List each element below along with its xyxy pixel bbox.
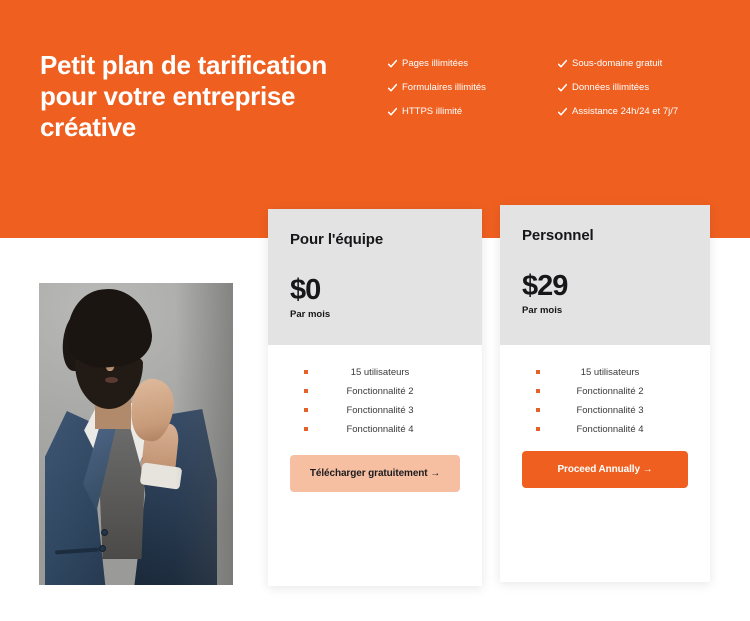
plan-period: Par mois xyxy=(290,309,331,320)
hero-feature-columns: Pages illimitées Formulaires illimités H… xyxy=(388,58,718,130)
hero-feature-item: Données illimitées xyxy=(558,82,718,94)
hero-feature-item: Assistance 24h/24 et 7j/7 xyxy=(558,106,718,118)
card-body: 15 utilisateurs Fonctionnalité 2 Fonctio… xyxy=(268,345,482,439)
bullet-icon xyxy=(536,408,540,412)
hero-feature-label: Données illimitées xyxy=(572,82,650,93)
hero-feature-column-left: Pages illimitées Formulaires illimités H… xyxy=(388,58,558,130)
plan-feature-list: 15 utilisateurs Fonctionnalité 2 Fonctio… xyxy=(292,363,458,439)
portrait-photo xyxy=(39,283,233,585)
card-footer: Télécharger gratuitement → xyxy=(268,439,482,492)
plan-feature-item: Fonctionnalité 2 xyxy=(292,382,458,401)
hero-feature-item: Sous-domaine gratuit xyxy=(558,58,718,70)
hero-feature-item: Pages illimitées xyxy=(388,58,558,70)
proceed-annually-button[interactable]: Proceed Annually → xyxy=(522,451,688,488)
hero-band: Petit plan de tarification pour votre en… xyxy=(0,0,750,238)
pricing-card-team: Pour l'équipe $0 Par mois 15 utilisateur… xyxy=(268,209,482,586)
plan-title: Personnel xyxy=(522,227,594,244)
plan-period: Par mois xyxy=(522,305,563,316)
check-icon xyxy=(558,58,567,70)
hero-feature-label: Sous-domaine gratuit xyxy=(572,58,663,69)
hero-feature-label: Assistance 24h/24 et 7j/7 xyxy=(572,106,679,117)
plan-feature-label: Fonctionnalité 3 xyxy=(576,405,644,416)
plan-feature-label: 15 utilisateurs xyxy=(580,367,640,378)
plan-feature-label: Fonctionnalité 2 xyxy=(346,386,414,397)
download-free-button[interactable]: Télécharger gratuitement → xyxy=(290,455,460,492)
hero-feature-column-right: Sous-domaine gratuit Données illimitées … xyxy=(558,58,718,130)
page-title: Petit plan de tarification pour votre en… xyxy=(40,50,327,142)
photo-button-lower xyxy=(99,545,106,552)
bullet-icon xyxy=(536,370,540,374)
check-icon xyxy=(388,58,397,70)
hero-feature-label: Formulaires illimités xyxy=(402,82,486,93)
plan-feature-item: Fonctionnalité 4 xyxy=(524,420,686,439)
plan-feature-label: Fonctionnalité 4 xyxy=(576,424,644,435)
bullet-icon xyxy=(536,427,540,431)
plan-feature-label: Fonctionnalité 4 xyxy=(346,424,414,435)
plan-feature-item: 15 utilisateurs xyxy=(524,363,686,382)
plan-title: Pour l'équipe xyxy=(290,231,384,248)
card-header: Personnel $29 Par mois xyxy=(500,205,710,345)
pricing-card-personal: Personnel $29 Par mois 15 utilisateurs F… xyxy=(500,205,710,582)
plan-feature-label: Fonctionnalité 3 xyxy=(346,405,414,416)
plan-feature-label: Fonctionnalité 2 xyxy=(576,386,644,397)
plan-feature-item: Fonctionnalité 4 xyxy=(292,420,458,439)
plan-feature-item: Fonctionnalité 3 xyxy=(292,401,458,420)
check-icon xyxy=(388,82,397,94)
bullet-icon xyxy=(304,370,308,374)
card-footer: Proceed Annually → xyxy=(500,439,710,488)
bullet-icon xyxy=(304,389,308,393)
card-body: 15 utilisateurs Fonctionnalité 2 Fonctio… xyxy=(500,345,710,439)
plan-feature-item: Fonctionnalité 3 xyxy=(524,401,686,420)
plan-feature-item: Fonctionnalité 2 xyxy=(524,382,686,401)
plan-feature-item: 15 utilisateurs xyxy=(292,363,458,382)
hero-feature-item: HTTPS illimité xyxy=(388,106,558,118)
bullet-icon xyxy=(536,389,540,393)
bullet-icon xyxy=(304,408,308,412)
check-icon xyxy=(558,106,567,118)
plan-feature-list: 15 utilisateurs Fonctionnalité 2 Fonctio… xyxy=(524,363,686,439)
hero-feature-label: HTTPS illimité xyxy=(402,106,463,117)
photo-button-upper xyxy=(101,529,108,536)
plan-feature-label: 15 utilisateurs xyxy=(350,367,410,378)
plan-price: $29 xyxy=(522,270,568,302)
card-header: Pour l'équipe $0 Par mois xyxy=(268,209,482,345)
photo-shadow xyxy=(175,283,233,585)
check-icon xyxy=(388,106,397,118)
hero-feature-label: Pages illimitées xyxy=(402,58,468,69)
pricing-page: Petit plan de tarification pour votre en… xyxy=(0,0,750,621)
photo-mouth xyxy=(105,377,118,383)
hero-feature-item: Formulaires illimités xyxy=(388,82,558,94)
check-icon xyxy=(558,82,567,94)
plan-price: $0 xyxy=(290,274,321,306)
bullet-icon xyxy=(304,427,308,431)
